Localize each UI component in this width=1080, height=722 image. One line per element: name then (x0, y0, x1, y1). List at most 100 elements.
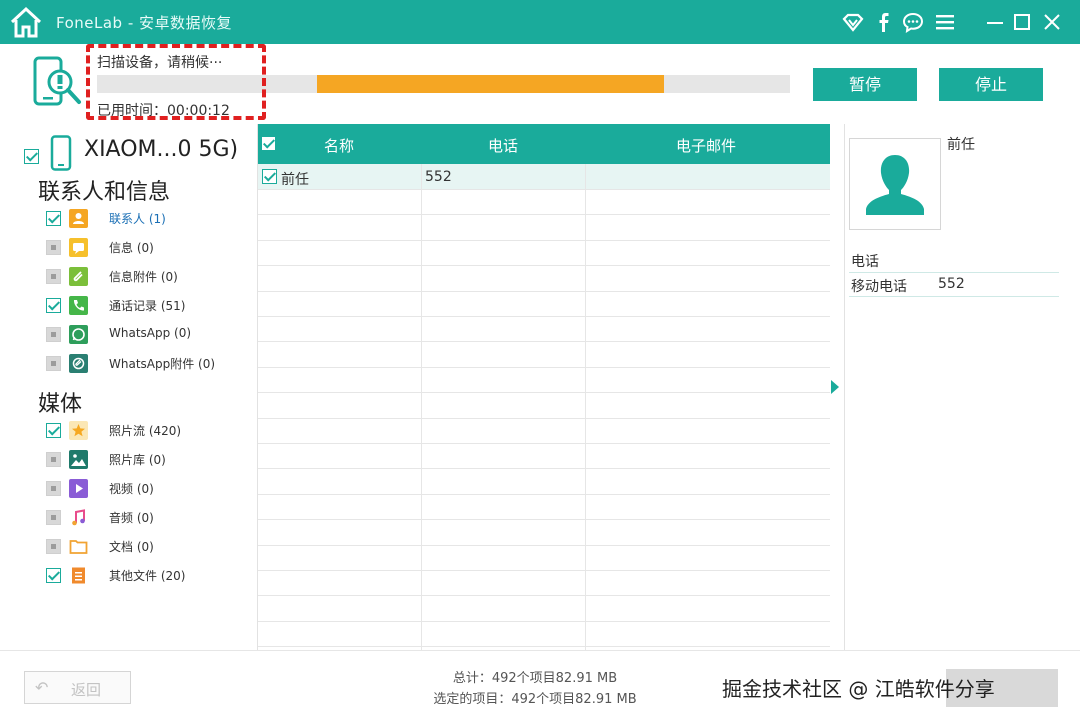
category-whatsapp-attachments[interactable]: WhatsApp附件 (0) (46, 353, 256, 375)
row-divider (258, 494, 830, 495)
category-label: 信息 (0) (109, 241, 154, 255)
stop-button[interactable]: 停止 (939, 68, 1043, 101)
checkbox[interactable] (46, 568, 61, 583)
category-sidebar: XIAOM...0 5G) 联系人和信息 联系人 (1) 信息 (0) 信息附件… (0, 124, 258, 650)
audio-icon (72, 509, 85, 526)
row-divider (258, 570, 830, 571)
column-divider (585, 164, 586, 650)
checkbox[interactable] (46, 423, 61, 438)
checkbox[interactable] (46, 539, 61, 554)
checkbox[interactable] (46, 356, 61, 371)
whatsapp-attachment-icon (69, 354, 88, 373)
checkbox[interactable] (46, 269, 61, 284)
category-label: 联系人 (1) (109, 212, 166, 226)
panel-collapse-arrow[interactable] (831, 380, 839, 394)
column-header-name[interactable]: 名称 (324, 135, 354, 156)
row-checkbox[interactable] (262, 169, 277, 184)
category-label: 音频 (0) (109, 511, 154, 525)
category-label: 视频 (0) (109, 482, 154, 496)
device-checkbox[interactable] (24, 149, 39, 164)
highlight-annotation (86, 44, 266, 120)
facebook-icon[interactable] (872, 11, 894, 33)
scan-panel: 扫描设备，请稍候··· 已用时间：00:00:12 暂停 停止 (0, 44, 1080, 124)
close-icon[interactable] (1041, 11, 1063, 33)
checkbox[interactable] (46, 510, 61, 525)
category-other-files[interactable]: 其他文件 (20) (46, 565, 256, 587)
divider (849, 272, 1059, 273)
category-call-logs[interactable]: 通话记录 (51) (46, 295, 256, 317)
column-header-phone[interactable]: 电话 (488, 135, 518, 156)
row-divider (258, 316, 830, 317)
row-divider (258, 418, 830, 419)
detail-field-label: 移动电话 (851, 279, 907, 295)
checkbox[interactable] (46, 211, 61, 226)
pause-button[interactable]: 暂停 (813, 68, 917, 101)
picture-library-icon (69, 450, 88, 469)
home-icon[interactable] (8, 5, 44, 39)
row-divider (258, 443, 830, 444)
row-divider (258, 519, 830, 520)
category-messages[interactable]: 信息 (0) (46, 237, 256, 259)
category-message-attachments[interactable]: 信息附件 (0) (46, 266, 256, 288)
row-divider (258, 341, 830, 342)
selected-count: 选定的项目：492个项目82.91 MB (433, 692, 637, 707)
category-documents[interactable]: 文档 (0) (46, 536, 256, 558)
category-contacts[interactable]: 联系人 (1) (46, 208, 256, 230)
phone-scan-icon (33, 56, 81, 106)
maximize-icon[interactable] (1011, 11, 1033, 33)
row-divider (258, 468, 830, 469)
section-title-contacts: 联系人和信息 (38, 180, 171, 205)
chat-icon[interactable] (902, 11, 924, 33)
category-label: WhatsApp (0) (109, 326, 192, 340)
table-row[interactable] (258, 164, 830, 189)
category-label: 信息附件 (0) (109, 270, 178, 284)
row-divider (258, 392, 830, 393)
video-icon (69, 479, 88, 498)
title-bar: FoneLab - 安卓数据恢复 (0, 0, 1080, 44)
cell-phone: 552 (425, 169, 452, 185)
row-divider (258, 646, 830, 647)
attachment-icon (69, 267, 88, 286)
category-label: 通话记录 (51) (109, 299, 186, 313)
section-title-media: 媒体 (38, 392, 83, 417)
category-audio[interactable]: 音频 (0) (46, 507, 256, 529)
footer-bar: ↶ 返回 总计：492个项目82.91 MB 选定的项目：492个项目82.91… (0, 650, 1080, 722)
category-photostream[interactable]: 照片流 (420) (46, 420, 256, 442)
checkbox[interactable] (46, 452, 61, 467)
back-label: 返回 (71, 681, 102, 699)
whatsapp-icon (69, 325, 88, 344)
divider (849, 296, 1059, 297)
photostream-icon (69, 421, 88, 440)
checkbox[interactable] (46, 298, 61, 313)
category-whatsapp[interactable]: WhatsApp (0) (46, 324, 256, 346)
contact-detail-panel: 前任 电话 移动电话 552 (844, 124, 1080, 650)
row-divider (258, 367, 830, 368)
app-title: FoneLab - 安卓数据恢复 (56, 14, 233, 32)
row-divider (258, 595, 830, 596)
minimize-icon[interactable] (984, 11, 1006, 33)
row-divider (258, 189, 830, 190)
category-video[interactable]: 视频 (0) (46, 478, 256, 500)
detail-field-value: 552 (938, 276, 965, 292)
row-divider (258, 291, 830, 292)
total-count: 总计：492个项目82.91 MB (452, 671, 618, 686)
wifi-icon[interactable] (842, 11, 864, 33)
select-all-checkbox[interactable] (261, 136, 276, 151)
menu-icon[interactable] (934, 11, 956, 33)
column-header-email[interactable]: 电子邮件 (676, 135, 736, 156)
checkbox[interactable] (46, 481, 61, 496)
category-label: 照片流 (420) (109, 424, 182, 438)
row-divider (258, 621, 830, 622)
watermark-text: 掘金技术社区 @ 江皓软件分享 (722, 677, 995, 701)
other-files-icon (72, 567, 85, 584)
contact-name: 前任 (947, 137, 975, 153)
checkbox[interactable] (46, 327, 61, 342)
row-divider (258, 240, 830, 241)
checkbox[interactable] (46, 240, 61, 255)
device-phone-icon (50, 135, 72, 171)
row-divider (258, 545, 830, 546)
category-label: 照片库 (0) (109, 453, 166, 467)
back-button[interactable]: ↶ 返回 (24, 671, 131, 704)
back-arrow-icon: ↶ (35, 678, 49, 697)
category-photo-library[interactable]: 照片库 (0) (46, 449, 256, 471)
